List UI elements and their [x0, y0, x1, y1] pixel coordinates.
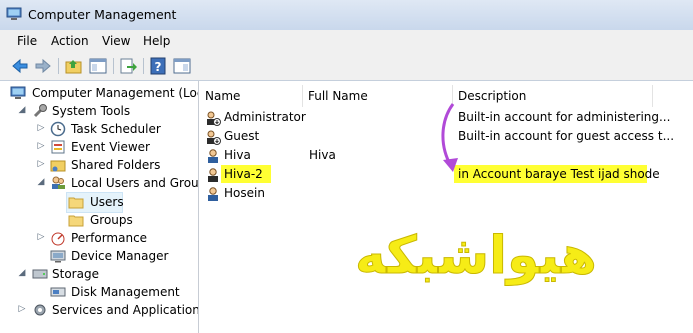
menu-file[interactable]: File — [17, 34, 37, 48]
disk-management-icon — [50, 287, 66, 297]
user-full-name: Hiva — [309, 148, 336, 162]
folder-icon — [68, 197, 84, 209]
user-description: Built-in account for administering... — [458, 110, 671, 124]
tree-label: Performance — [71, 231, 148, 245]
window-title: Computer Management — [28, 7, 177, 22]
collapsed-arrow-icon[interactable]: ▷ — [36, 232, 46, 242]
user-name: Hosein — [224, 186, 265, 200]
menu-view[interactable]: View — [102, 34, 130, 48]
toolbar-separator — [143, 58, 144, 74]
help-icon[interactable]: ? — [148, 56, 168, 76]
column-header-label: Full Name — [308, 89, 368, 103]
folder-icon — [68, 215, 84, 227]
performance-icon — [51, 232, 65, 246]
user-name: Administrator — [224, 110, 306, 124]
tree-label: System Tools — [52, 104, 131, 118]
toolbar-separator — [58, 58, 59, 74]
menu-action[interactable]: Action — [51, 34, 89, 48]
expanded-arrow-icon[interactable]: ◢ — [36, 177, 46, 187]
annotation-arrow-icon — [441, 103, 458, 172]
services-icon — [34, 304, 46, 316]
event-viewer-icon — [51, 140, 65, 154]
collapsed-arrow-icon[interactable]: ▷ — [36, 141, 46, 151]
expanded-arrow-icon[interactable]: ◢ — [17, 268, 27, 278]
column-header-label: Name — [205, 89, 241, 103]
user-admin-icon — [207, 111, 221, 126]
export-list-icon[interactable] — [118, 56, 138, 76]
column-divider[interactable] — [652, 85, 653, 107]
tree-label: Groups — [90, 213, 133, 227]
clock-icon — [50, 121, 66, 137]
tree-label: Users — [90, 195, 124, 209]
tree-label: Task Scheduler — [71, 122, 161, 136]
user-icon — [208, 187, 218, 201]
collapsed-arrow-icon[interactable]: ▷ — [17, 304, 27, 314]
watermark-logo: هیواشبکه — [355, 226, 597, 287]
tree-label: Device Manager — [71, 249, 169, 263]
tree-label: Shared Folders — [71, 158, 161, 172]
toolbar-separator — [113, 58, 114, 74]
menu-help[interactable]: Help — [143, 34, 170, 48]
back-icon[interactable] — [10, 56, 30, 76]
tree-label: Computer Management (Local — [32, 86, 199, 100]
user-name: Hiva-2 — [224, 167, 263, 181]
collapsed-arrow-icon[interactable]: ▷ — [36, 159, 46, 169]
column-header-name[interactable]: Name — [199, 85, 302, 107]
tree-label: Disk Management — [71, 285, 180, 299]
show-hide-action-pane-icon[interactable] — [172, 56, 192, 76]
user-name: Hiva — [224, 148, 251, 162]
navigation-tree: Computer Management (Local ◢ System Tool… — [0, 81, 199, 333]
title-bar: Computer Management — [0, 0, 693, 31]
user-disabled-icon — [207, 130, 221, 145]
collapsed-arrow-icon[interactable]: ▷ — [36, 123, 46, 133]
users-group-icon — [52, 176, 65, 189]
computer-management-icon — [6, 7, 22, 20]
shared-folder-icon — [50, 160, 66, 172]
storage-icon — [32, 269, 48, 279]
table-row[interactable]: Hosein — [199, 184, 693, 203]
show-hide-tree-icon[interactable] — [88, 56, 108, 76]
up-folder-icon[interactable] — [64, 56, 84, 76]
svg-text:?: ? — [155, 60, 162, 74]
tree-label: Local Users and Groups — [71, 176, 199, 190]
user-description: in Account baraye Test ijad shode — [458, 167, 660, 181]
tree-label: Storage — [52, 267, 99, 281]
user-description: Built-in account for guest access t... — [458, 129, 675, 143]
user-name: Guest — [224, 129, 260, 143]
device-manager-icon — [50, 250, 66, 263]
user-icon — [208, 168, 218, 182]
menu-bar: File Action View Help — [0, 30, 693, 52]
system-tools-icon — [33, 104, 47, 118]
user-icon — [208, 149, 218, 163]
computer-management-icon — [10, 86, 26, 99]
toolbar: ? — [0, 52, 693, 81]
expanded-arrow-icon[interactable]: ◢ — [17, 105, 27, 115]
tree-label: Event Viewer — [71, 140, 150, 154]
tree-label: Services and Applications — [52, 303, 199, 317]
forward-icon[interactable] — [33, 56, 53, 76]
